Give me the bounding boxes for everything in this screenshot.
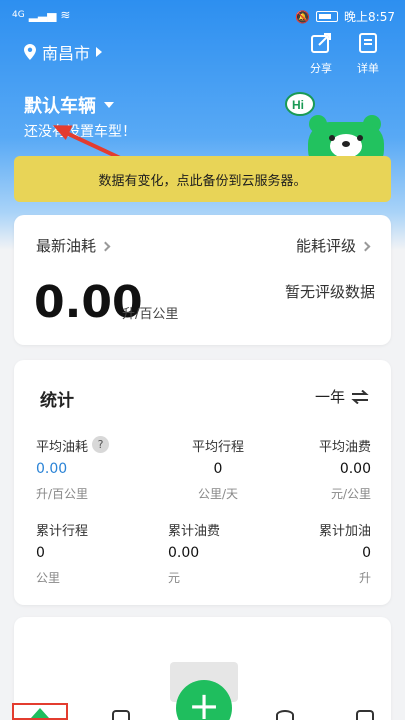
stat-value: 0.00 [339,461,371,477]
stat-avg-fuel-cost: 平均油费 0.00 元/公里 [319,436,371,502]
status-bar: 4G ▂▃▅ ≋ 🔕 晚上8:57 [0,0,405,32]
help-icon[interactable]: ? [92,436,110,453]
statistics-title: 统计 [40,391,74,411]
status-left: 4G ▂▃▅ ≋ [12,8,70,22]
stat-value: 0.00 [168,545,200,561]
stat-value: 0 [213,461,223,477]
mascot-bubble-text: Hi [292,98,304,112]
caret-down-icon [104,102,114,108]
stat-unit: 公里 [36,571,61,585]
tab-icon-5[interactable] [356,710,374,720]
period-selector[interactable]: 一年 [315,386,369,407]
vehicle-selector[interactable]: 默认车辆 [24,92,114,118]
stat-value: 0 [36,545,45,561]
status-time: 晚上8:57 [344,10,395,24]
stat-total-refuel: 累计加油 0 升 [319,520,371,586]
battery-icon [316,11,339,22]
stat-unit: 元 [168,571,181,585]
latest-consumption-label: 最新油耗 [36,237,97,255]
detail-label: 详单 [357,62,379,75]
wifi-icon: ≋ [60,8,71,22]
energy-rating-link[interactable]: 能耗评级 [295,235,371,256]
statistics-card: 统计 一年 平均油耗? 0.00 升/百公里 平均行程 0 公里/天 平均油费 … [14,360,391,605]
backup-notice-banner[interactable]: 数据有变化，点此备份到云服务器。 [14,156,391,202]
detail-button[interactable]: 详单 [350,32,386,76]
mute-icon: 🔕 [295,9,311,24]
share-button[interactable]: 分享 [303,32,339,76]
stat-total-trip: 累计行程 0 公里 [36,520,88,586]
stat-unit: 元/公里 [330,487,371,501]
signal-label: 4G [12,10,25,20]
stat-total-fuel-cost: 累计油费 0.00 元 [168,520,220,586]
stat-label: 累计行程 [36,524,89,539]
latest-consumption-unit: 升/百公里 [122,307,179,322]
stat-avg-trip: 平均行程 0 公里/天 [178,436,258,502]
city-selector[interactable]: 南昌市 [24,40,103,64]
energy-rating-label: 能耗评级 [295,237,356,255]
list-doc-icon [359,33,377,53]
stat-unit: 升 [358,571,371,585]
signal-icon: ▂▃▅ [28,8,57,22]
stat-label: 累计加油 [318,524,371,539]
backup-notice-text: 数据有变化，点此备份到云服务器。 [98,173,307,189]
stat-avg-consumption: 平均油耗? 0.00 升/百公里 [36,436,110,502]
vehicle-title: 默认车辆 [24,96,96,117]
chevron-right-icon [100,241,111,252]
switch-arrows-icon [351,389,369,404]
stat-value: 0 [362,545,371,561]
stat-label: 平均油耗 [36,440,89,455]
stat-value: 0.00 [36,461,68,477]
stat-label: 平均油费 [318,440,371,455]
consumption-card: 最新油耗 能耗评级 0.00 升/百公里 暂无评级数据 [14,215,391,345]
home-tab-icon[interactable] [31,708,49,718]
chevron-right-icon [96,47,103,57]
city-name: 南昌市 [42,44,91,63]
period-label: 一年 [314,388,345,406]
stat-unit: 升/百公里 [36,487,89,501]
stat-label: 累计油费 [168,524,221,539]
stat-label: 平均行程 [191,440,244,455]
location-pin-icon [24,44,36,60]
chevron-right-icon [360,241,371,252]
share-label: 分享 [310,62,332,75]
tab-icon-4[interactable] [276,710,294,720]
no-rating-text: 暂无评级数据 [284,283,375,301]
tab-icon-2[interactable] [112,710,130,720]
latest-consumption-link[interactable]: 最新油耗 [36,235,111,256]
stat-unit: 公里/天 [197,487,239,501]
status-right: 🔕 晚上8:57 [295,8,395,25]
share-icon [311,33,331,53]
